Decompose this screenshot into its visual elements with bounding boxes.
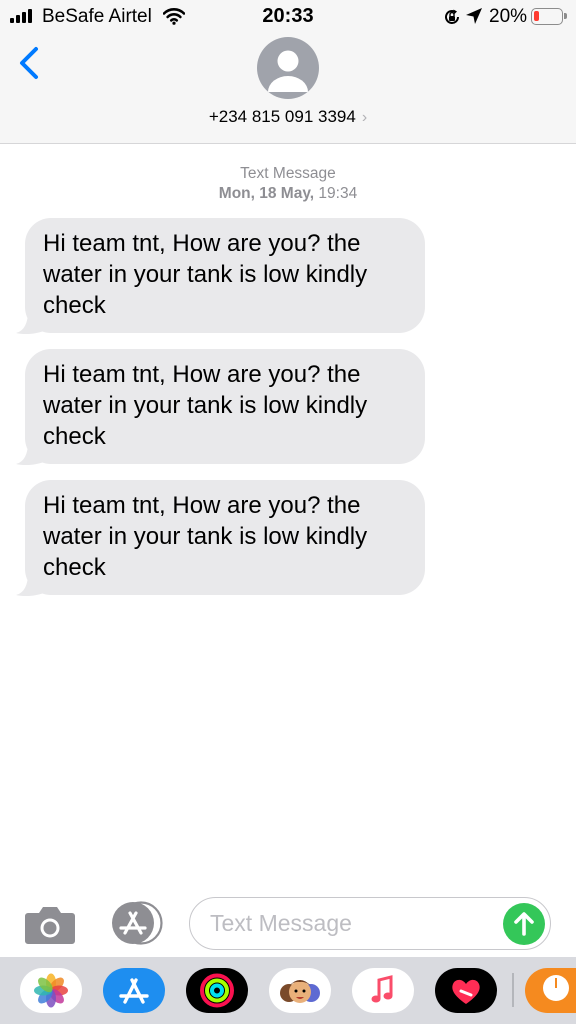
chevron-left-icon[interactable]: [14, 44, 48, 82]
memoji-icon[interactable]: [269, 968, 331, 1013]
message-text: Hi team tnt, How are you? the water in y…: [43, 230, 368, 319]
app-store-icon[interactable]: [103, 968, 165, 1013]
app-drawer: [0, 957, 576, 1024]
person-icon: [268, 50, 308, 92]
chevron-right-icon: ›: [361, 109, 368, 126]
message-bubble[interactable]: Hi team tnt, How are you? the water in y…: [25, 480, 425, 595]
app-store-icon[interactable]: [107, 901, 163, 945]
message-input[interactable]: Text Message: [189, 897, 551, 950]
wifi-icon: [163, 8, 185, 25]
signal-strength-icon: [10, 9, 36, 23]
message-bubble[interactable]: Hi team tnt, How are you? the water in y…: [25, 349, 425, 464]
camera-icon[interactable]: [24, 903, 76, 945]
heart-app-icon[interactable]: [435, 968, 497, 1013]
service-label: Text Message: [240, 165, 336, 182]
battery-icon: [531, 8, 567, 25]
orientation-lock-icon: [445, 9, 459, 24]
contact-avatar[interactable]: [257, 37, 319, 99]
message-input-placeholder: Text Message: [210, 910, 352, 936]
drawer-divider: [512, 973, 514, 1007]
music-icon[interactable]: [352, 968, 414, 1013]
message-text: Hi team tnt, How are you? the water in y…: [43, 492, 368, 581]
battery-percent: 20%: [489, 6, 528, 27]
carrier-name: BeSafe Airtel: [42, 6, 152, 27]
time-label: 19:34: [318, 185, 358, 202]
message-timestamp: Text Message Mon, 18 May, 19:34: [0, 164, 576, 204]
photos-icon[interactable]: [20, 968, 82, 1013]
conversation-header: +234 815 091 3394 ›: [0, 34, 576, 144]
send-arrow-icon: [514, 912, 534, 936]
message-text: Hi team tnt, How are you? the water in y…: [43, 361, 368, 450]
location-arrow-icon: [466, 8, 482, 24]
battery-level-fill: [534, 11, 539, 21]
activity-icon[interactable]: [186, 968, 248, 1013]
contact-number-button[interactable]: +234 815 091 3394 ›: [0, 107, 576, 127]
date-label: Mon, 18 May,: [218, 185, 315, 202]
status-bar: BeSafe Airtel 20:33 20%: [0, 0, 576, 34]
contact-number: +234 815 091 3394: [208, 107, 356, 126]
partial-app-icon[interactable]: [525, 968, 576, 1013]
send-button[interactable]: [503, 903, 545, 945]
message-bubble[interactable]: Hi team tnt, How are you? the water in y…: [25, 218, 425, 333]
